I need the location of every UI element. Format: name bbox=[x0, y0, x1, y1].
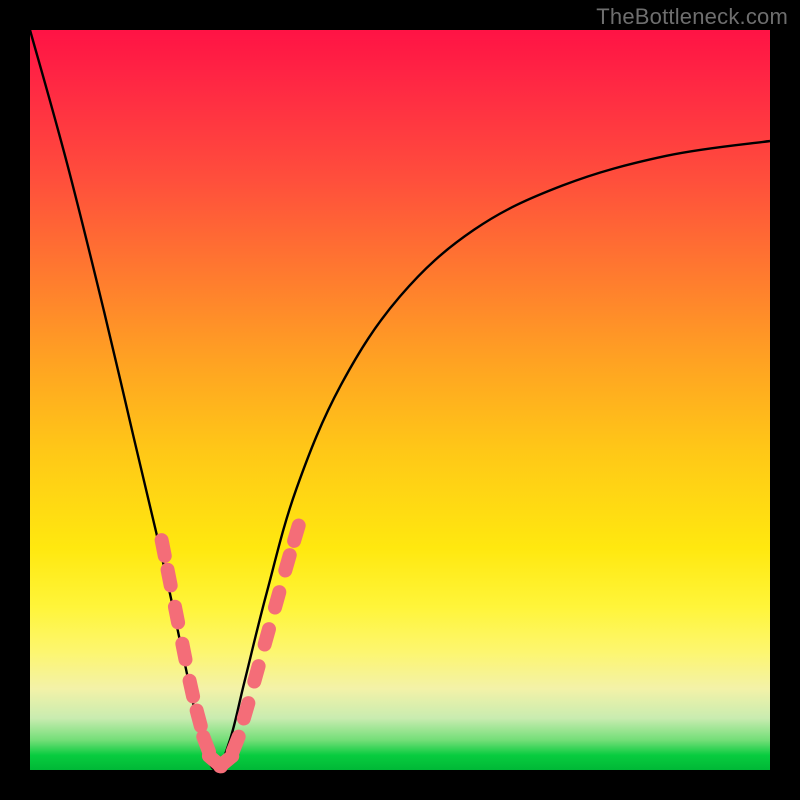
curve-layer bbox=[30, 30, 770, 770]
bead bbox=[285, 517, 307, 550]
bead bbox=[266, 583, 288, 616]
chart-frame: TheBottleneck.com bbox=[0, 0, 800, 800]
watermark-text: TheBottleneck.com bbox=[596, 4, 788, 30]
bottleneck-curve bbox=[30, 30, 770, 770]
bead bbox=[153, 532, 173, 564]
bead bbox=[167, 599, 187, 631]
bead bbox=[224, 728, 248, 761]
bead bbox=[159, 562, 179, 594]
bead bbox=[188, 702, 209, 735]
bottleneck-curve-path bbox=[30, 30, 770, 770]
plot-area bbox=[30, 30, 770, 770]
bead bbox=[181, 672, 201, 704]
bead bbox=[174, 636, 194, 668]
bead bbox=[277, 546, 299, 579]
